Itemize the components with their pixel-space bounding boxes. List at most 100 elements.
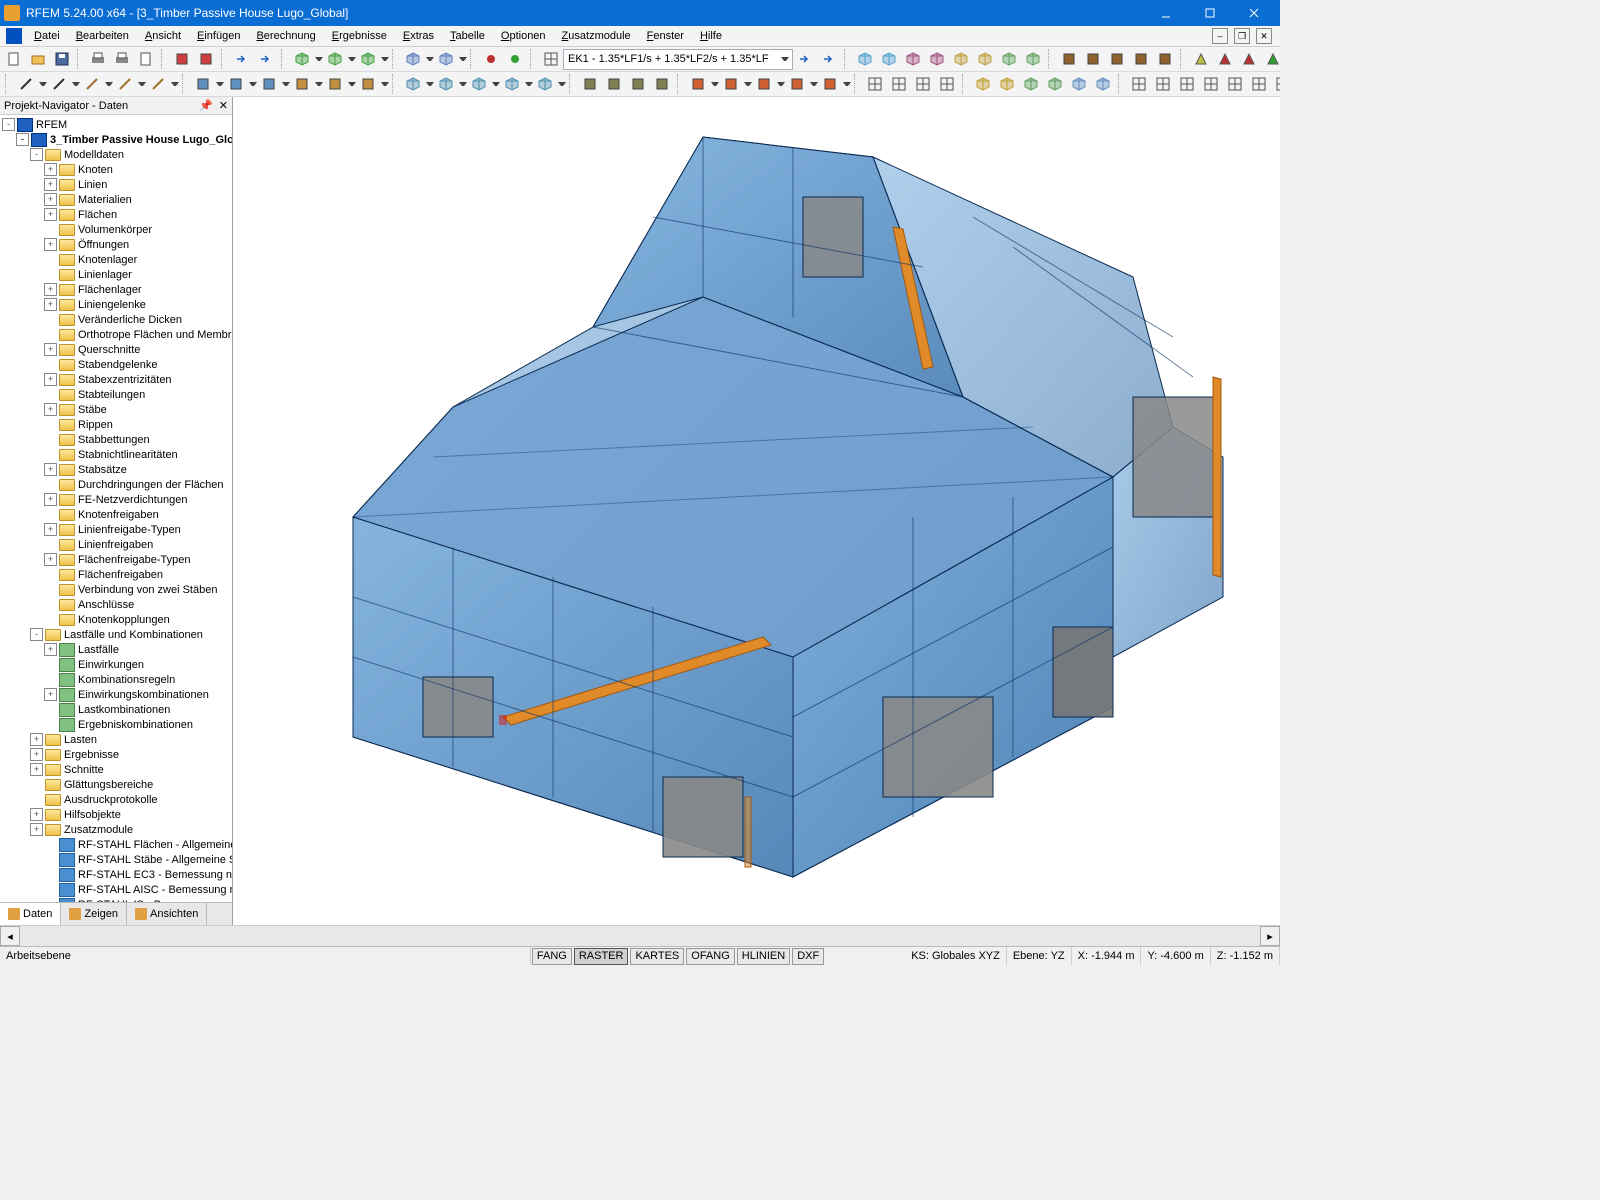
toolbar-button[interactable] [579, 73, 601, 95]
tree-module-item[interactable]: RF-STAHL EC3 - Bemessung nach Eurocode [0, 867, 232, 882]
toolbar-button[interactable] [1262, 48, 1280, 70]
toolbar-button[interactable] [1238, 48, 1260, 70]
toolbar-button[interactable] [51, 48, 73, 70]
tree-md-item[interactable]: +Flächen [0, 207, 232, 222]
status-toggle-hlinien[interactable]: HLINIEN [737, 948, 790, 965]
menu-bearbeiten[interactable]: Bearbeiten [68, 28, 137, 44]
tree-twisty[interactable]: - [2, 118, 15, 131]
status-toggle-fang[interactable]: FANG [532, 948, 572, 965]
tree-other-item[interactable]: +Zusatzmodule [0, 822, 232, 837]
toolbar-button[interactable] [786, 73, 808, 95]
scroll-left-button[interactable]: ◂ [0, 926, 20, 946]
toolbar-button[interactable] [291, 73, 313, 95]
status-toggle-ofang[interactable]: OFANG [686, 948, 735, 965]
toolbar-button[interactable] [534, 73, 556, 95]
toolbar-button[interactable] [1130, 48, 1152, 70]
toolbar-button[interactable] [1176, 73, 1198, 95]
toolbar-button[interactable] [111, 48, 133, 70]
toolbar-button[interactable] [255, 48, 277, 70]
toolbar-button[interactable] [998, 48, 1020, 70]
tree-md-item[interactable]: +Querschnitte [0, 342, 232, 357]
tree-module-item[interactable]: RF-STAHL AISC - Bemessung nach AISC [0, 882, 232, 897]
tree-twisty[interactable]: + [44, 553, 57, 566]
load-combo[interactable]: EK1 - 1.35*LF1/s + 1.35*LF2/s + 1.35*LF [563, 49, 793, 70]
toolbar-button[interactable] [972, 73, 994, 95]
tree-md-item[interactable]: Veränderliche Dicken [0, 312, 232, 327]
toolbar-button[interactable] [888, 73, 910, 95]
tree-twisty[interactable]: + [44, 403, 57, 416]
toolbar-button[interactable] [1092, 73, 1114, 95]
toolbar-button[interactable] [1152, 73, 1174, 95]
toolbar-button[interactable] [1200, 73, 1222, 95]
toolbar-button[interactable] [854, 48, 876, 70]
toolbar-button[interactable] [402, 48, 424, 70]
toolbar-button[interactable] [357, 48, 379, 70]
toolbar-button[interactable] [1128, 73, 1150, 95]
tree-load-item[interactable]: Kombinationsregeln [0, 672, 232, 687]
toolbar-button[interactable] [114, 73, 136, 95]
status-toggle-raster[interactable]: RASTER [574, 948, 629, 965]
tree-load-item[interactable]: Lastkombinationen [0, 702, 232, 717]
menu-einfügen[interactable]: Einfügen [189, 28, 248, 44]
toolbar-button[interactable] [192, 73, 214, 95]
tree-modeldata[interactable]: -Modelldaten [0, 147, 232, 162]
toolbar-button[interactable] [435, 48, 457, 70]
tree-module-item[interactable]: RF-STAHL Flächen - Allgemeine Spannungsa… [0, 837, 232, 852]
mdi-restore-button[interactable]: ❐ [1234, 28, 1250, 44]
toolbar-button[interactable] [753, 73, 775, 95]
toolbar-button[interactable] [1082, 48, 1104, 70]
toolbar-button[interactable] [1272, 73, 1280, 95]
toolbar-button[interactable] [3, 48, 25, 70]
tree-twisty[interactable]: + [30, 763, 43, 776]
tree-twisty[interactable]: + [44, 373, 57, 386]
tree-md-item[interactable]: Orthotrope Flächen und Membranen [0, 327, 232, 342]
tree-twisty[interactable]: + [44, 493, 57, 506]
tree-md-item[interactable]: Knotenfreigaben [0, 507, 232, 522]
menu-zusatzmodule[interactable]: Zusatzmodule [554, 28, 639, 44]
tree-twisty[interactable]: + [30, 823, 43, 836]
toolbar-button[interactable] [1068, 73, 1090, 95]
toolbar-button[interactable] [1248, 73, 1270, 95]
toolbar-button[interactable] [15, 73, 37, 95]
tree-twisty[interactable]: + [44, 688, 57, 701]
toolbar-button[interactable] [819, 73, 841, 95]
tree-md-item[interactable]: Durchdringungen der Flächen [0, 477, 232, 492]
navigator-tree[interactable]: -RFEM-3_Timber Passive House Lugo_Global… [0, 115, 232, 902]
tree-twisty[interactable]: + [44, 523, 57, 536]
status-toggle-dxf[interactable]: DXF [792, 948, 824, 965]
tree-md-item[interactable]: Stabteilungen [0, 387, 232, 402]
toolbar-button[interactable] [1154, 48, 1176, 70]
tree-twisty[interactable]: - [16, 133, 29, 146]
toolbar-button[interactable] [357, 73, 379, 95]
toolbar-button[interactable] [926, 48, 948, 70]
toolbar-button[interactable] [996, 73, 1018, 95]
tree-md-item[interactable]: +Linienfreigabe-Typen [0, 522, 232, 537]
toolbar-button[interactable] [324, 48, 346, 70]
toolbar-button[interactable] [1214, 48, 1236, 70]
tree-twisty[interactable]: + [44, 643, 57, 656]
hscroll-track[interactable] [20, 926, 1260, 946]
toolbar-button[interactable] [171, 48, 193, 70]
tree-loads[interactable]: -Lastfälle und Kombinationen [0, 627, 232, 642]
tree-md-item[interactable]: +Knoten [0, 162, 232, 177]
menu-fenster[interactable]: Fenster [639, 28, 692, 44]
tree-other-item[interactable]: Glättungsbereiche [0, 777, 232, 792]
toolbar-button[interactable] [902, 48, 924, 70]
tree-twisty[interactable]: + [30, 733, 43, 746]
toolbar-button[interactable] [402, 73, 424, 95]
toolbar-button[interactable] [794, 48, 816, 70]
tree-twisty[interactable]: + [44, 193, 57, 206]
toolbar-button[interactable] [87, 48, 109, 70]
toolbar-button[interactable] [1022, 48, 1044, 70]
tree-md-item[interactable]: +Stabexzentrizitäten [0, 372, 232, 387]
tree-model[interactable]: -3_Timber Passive House Lugo_Global [0, 132, 232, 147]
tree-md-item[interactable]: Verbindung von zwei Stäben [0, 582, 232, 597]
toolbar-button[interactable] [1190, 48, 1212, 70]
tree-twisty[interactable]: - [30, 148, 43, 161]
mdi-close-button[interactable]: ✕ [1256, 28, 1272, 44]
tree-root[interactable]: -RFEM [0, 117, 232, 132]
toolbar-button[interactable] [291, 48, 313, 70]
toolbar-button[interactable] [147, 73, 169, 95]
menu-datei[interactable]: Datei [26, 28, 68, 44]
tree-md-item[interactable]: Anschlüsse [0, 597, 232, 612]
